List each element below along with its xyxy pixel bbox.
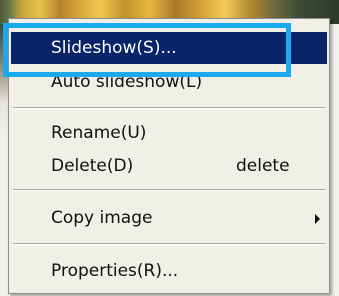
submenu-arrow-icon <box>315 214 320 224</box>
menu-item-copy-image[interactable]: Copy image <box>11 202 327 234</box>
context-menu: Slideshow(S)... Auto slideshow(L) Rename… <box>8 18 330 294</box>
menu-item-label: Auto slideshow(L) <box>51 72 203 92</box>
menu-item-label: Slideshow(S)... <box>51 38 177 58</box>
menu-item-label: Properties(R)... <box>51 261 179 281</box>
menu-item-properties[interactable]: Properties(R)... <box>11 255 327 287</box>
menu-item-rename[interactable]: Rename(U) <box>11 117 327 149</box>
menu-item-label: Rename(U) <box>51 123 147 143</box>
menu-separator <box>13 243 325 245</box>
menu-item-auto-slideshow[interactable]: Auto slideshow(L) <box>11 66 327 98</box>
menu-item-delete[interactable]: Delete(D) delete <box>11 150 327 182</box>
menu-separator <box>13 107 325 109</box>
menu-item-shortcut: delete <box>236 156 290 176</box>
menu-item-label: Delete(D) <box>51 156 134 176</box>
menu-item-slideshow[interactable]: Slideshow(S)... <box>11 32 327 64</box>
menu-item-label: Copy image <box>51 208 153 228</box>
menu-separator <box>13 189 325 191</box>
